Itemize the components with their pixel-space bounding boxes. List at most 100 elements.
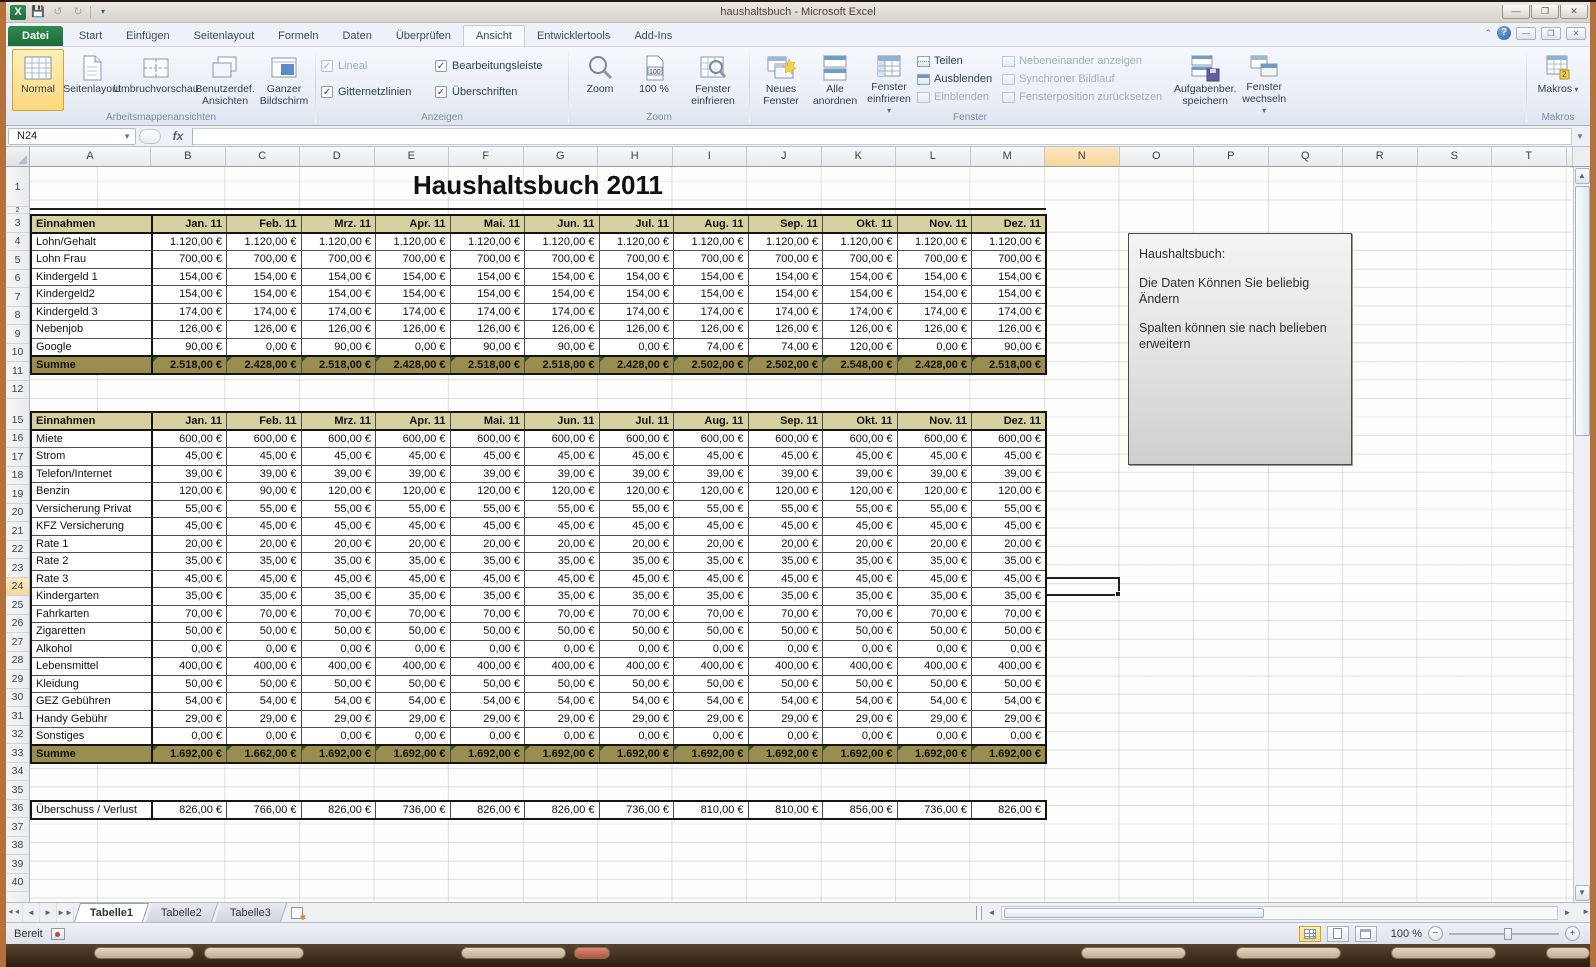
income-table-value-cell[interactable]: 154,00 €	[823, 268, 898, 286]
income-table-value-cell[interactable]: 126,00 €	[450, 321, 525, 339]
expense-table-value-cell[interactable]: 120,00 €	[599, 483, 674, 501]
row-header-39[interactable]: 39	[6, 855, 29, 874]
expense-table-value-cell[interactable]: 45,00 €	[301, 570, 376, 588]
income-table-value-cell[interactable]: 1.120,00 €	[972, 233, 1047, 251]
expense-table-value-cell[interactable]: 0,00 €	[227, 728, 302, 746]
expense-table-value-cell[interactable]: 29,00 €	[972, 710, 1047, 728]
expense-table-header-value-cell[interactable]: Jul. 11	[599, 412, 674, 430]
zoom-level[interactable]: 100 %	[1391, 928, 1422, 940]
income-table-value-cell[interactable]: 174,00 €	[674, 303, 749, 321]
income-table-value-cell[interactable]: 154,00 €	[897, 268, 972, 286]
column-header-B[interactable]: B	[151, 147, 226, 166]
expense-table-sum-value-cell[interactable]: 1.692,00 €	[599, 745, 674, 763]
income-table-header-value-cell[interactable]: Jul. 11	[599, 215, 674, 233]
row-header-30[interactable]: 30	[6, 689, 29, 708]
expense-table-value-cell[interactable]: 50,00 €	[823, 623, 898, 641]
income-table-value-cell[interactable]: 154,00 €	[525, 268, 600, 286]
row-header-10[interactable]: 10	[6, 344, 29, 363]
expense-table-value-cell[interactable]: 55,00 €	[674, 500, 749, 518]
expense-table-value-cell[interactable]: 0,00 €	[897, 640, 972, 658]
balance-label-cell[interactable]: Überschuss / Verlust	[31, 801, 152, 819]
expense-table-header-value-cell[interactable]: Mrz. 11	[301, 412, 376, 430]
expense-table-value-cell[interactable]: 600,00 €	[897, 430, 972, 448]
income-table-sum-value-cell[interactable]: 2.548,00 €	[823, 356, 898, 374]
insert-worksheet-button[interactable]	[284, 903, 310, 922]
expense-table-value-cell[interactable]: 45,00 €	[823, 518, 898, 536]
income-table-value-cell[interactable]: 154,00 €	[450, 268, 525, 286]
expense-table-label-cell[interactable]: Kleidung	[31, 675, 152, 693]
expense-table-value-cell[interactable]: 50,00 €	[897, 623, 972, 641]
expense-table-value-cell[interactable]: 400,00 €	[227, 658, 302, 676]
tab-split-handle[interactable]	[976, 906, 982, 920]
expense-table-value-cell[interactable]: 0,00 €	[748, 728, 823, 746]
income-table-label-cell[interactable]: Kindergeld 3	[31, 303, 152, 321]
income-table-value-cell[interactable]: 1.120,00 €	[227, 233, 302, 251]
help-icon[interactable]: ?	[1497, 26, 1511, 40]
expense-table-header-label-cell[interactable]: Einnahmen	[31, 412, 152, 430]
expense-table-value-cell[interactable]: 35,00 €	[376, 553, 451, 571]
expense-table-value-cell[interactable]: 0,00 €	[525, 640, 600, 658]
income-table-label-cell[interactable]: Kindergeld2	[31, 286, 152, 304]
first-sheet-icon[interactable]: ⯇⯇	[6, 903, 23, 922]
expense-table-value-cell[interactable]: 35,00 €	[748, 553, 823, 571]
vertical-scrollbar[interactable]: ▲ ▼	[1573, 167, 1590, 902]
workbook-minimize-button[interactable]: —	[1516, 27, 1536, 40]
expense-table-sum-value-cell[interactable]: 1.662,00 €	[227, 745, 302, 763]
expense-table-value-cell[interactable]: 0,00 €	[748, 640, 823, 658]
expense-table-value-cell[interactable]: 45,00 €	[897, 570, 972, 588]
row-header-24[interactable]: 24	[6, 578, 29, 597]
income-table-value-cell[interactable]: 154,00 €	[152, 268, 227, 286]
expense-table-value-cell[interactable]: 29,00 €	[525, 710, 600, 728]
switch-windows-button[interactable]: Fenster wechseln	[1238, 49, 1290, 111]
fx-icon[interactable]: fx	[164, 129, 192, 143]
column-header-I[interactable]: I	[673, 147, 748, 166]
income-table-value-cell[interactable]: 700,00 €	[450, 251, 525, 269]
expense-table-value-cell[interactable]: 0,00 €	[152, 640, 227, 658]
expense-table-value-cell[interactable]: 120,00 €	[525, 483, 600, 501]
expense-table-value-cell[interactable]: 50,00 €	[972, 675, 1047, 693]
income-table-value-cell[interactable]: 0,00 €	[227, 338, 302, 356]
income-table-value-cell[interactable]: 154,00 €	[748, 268, 823, 286]
income-table-value-cell[interactable]: 174,00 €	[450, 303, 525, 321]
income-table-value-cell[interactable]: 126,00 €	[227, 321, 302, 339]
row-header-19[interactable]: 19	[6, 485, 29, 504]
zoom-100-button[interactable]: 100 100 %	[628, 49, 680, 111]
statusbar-normal-view-button[interactable]	[1299, 926, 1321, 942]
expense-table-value-cell[interactable]: 45,00 €	[450, 570, 525, 588]
expense-table-value-cell[interactable]: 55,00 €	[301, 500, 376, 518]
expense-table-value-cell[interactable]: 35,00 €	[674, 553, 749, 571]
expense-table-label-cell[interactable]: KFZ Versicherung	[31, 518, 152, 536]
expense-table-value-cell[interactable]: 45,00 €	[972, 448, 1047, 466]
expense-table-sum-value-cell[interactable]: 1.692,00 €	[376, 745, 451, 763]
expense-table-value-cell[interactable]: 120,00 €	[376, 483, 451, 501]
row-header-5[interactable]: 5	[6, 251, 29, 270]
income-table-header-value-cell[interactable]: Feb. 11	[227, 215, 302, 233]
workbook-close-button[interactable]: ✕	[1566, 27, 1586, 40]
macros-button[interactable]: 2 Makros	[1532, 49, 1584, 111]
income-table-sum-value-cell[interactable]: 2.428,00 €	[897, 356, 972, 374]
balance-value-cell[interactable]: 826,00 €	[450, 801, 525, 819]
row-header-17[interactable]: 17	[6, 448, 29, 467]
small-button-teilen[interactable]: Teilen	[917, 54, 992, 68]
note-box[interactable]: Haushaltsbuch: Die Daten Können Sie beli…	[1128, 233, 1352, 465]
expense-table-value-cell[interactable]: 600,00 €	[823, 430, 898, 448]
expense-table-value-cell[interactable]: 600,00 €	[227, 430, 302, 448]
expense-table-value-cell[interactable]: 400,00 €	[450, 658, 525, 676]
expense-table-header-value-cell[interactable]: Dez. 11	[972, 412, 1047, 430]
expense-table-sum-value-cell[interactable]: 1.692,00 €	[674, 745, 749, 763]
expense-table-value-cell[interactable]: 54,00 €	[823, 693, 898, 711]
hscroll-end-icon[interactable]: ►	[1582, 907, 1590, 916]
row-header-35[interactable]: 35	[6, 781, 29, 800]
expense-table-value-cell[interactable]: 0,00 €	[972, 728, 1047, 746]
expense-table-value-cell[interactable]: 50,00 €	[674, 623, 749, 641]
expense-table-value-cell[interactable]: 45,00 €	[972, 518, 1047, 536]
expense-table-value-cell[interactable]: 45,00 €	[376, 448, 451, 466]
income-table-value-cell[interactable]: 154,00 €	[674, 286, 749, 304]
expense-table-value-cell[interactable]: 50,00 €	[525, 675, 600, 693]
expense-table-value-cell[interactable]: 54,00 €	[972, 693, 1047, 711]
expense-table-header-value-cell[interactable]: Feb. 11	[227, 412, 302, 430]
expense-table-value-cell[interactable]: 45,00 €	[525, 448, 600, 466]
expense-table-value-cell[interactable]: 70,00 €	[152, 605, 227, 623]
expense-table-header-value-cell[interactable]: Jan. 11	[152, 412, 227, 430]
column-header-H[interactable]: H	[598, 147, 673, 166]
